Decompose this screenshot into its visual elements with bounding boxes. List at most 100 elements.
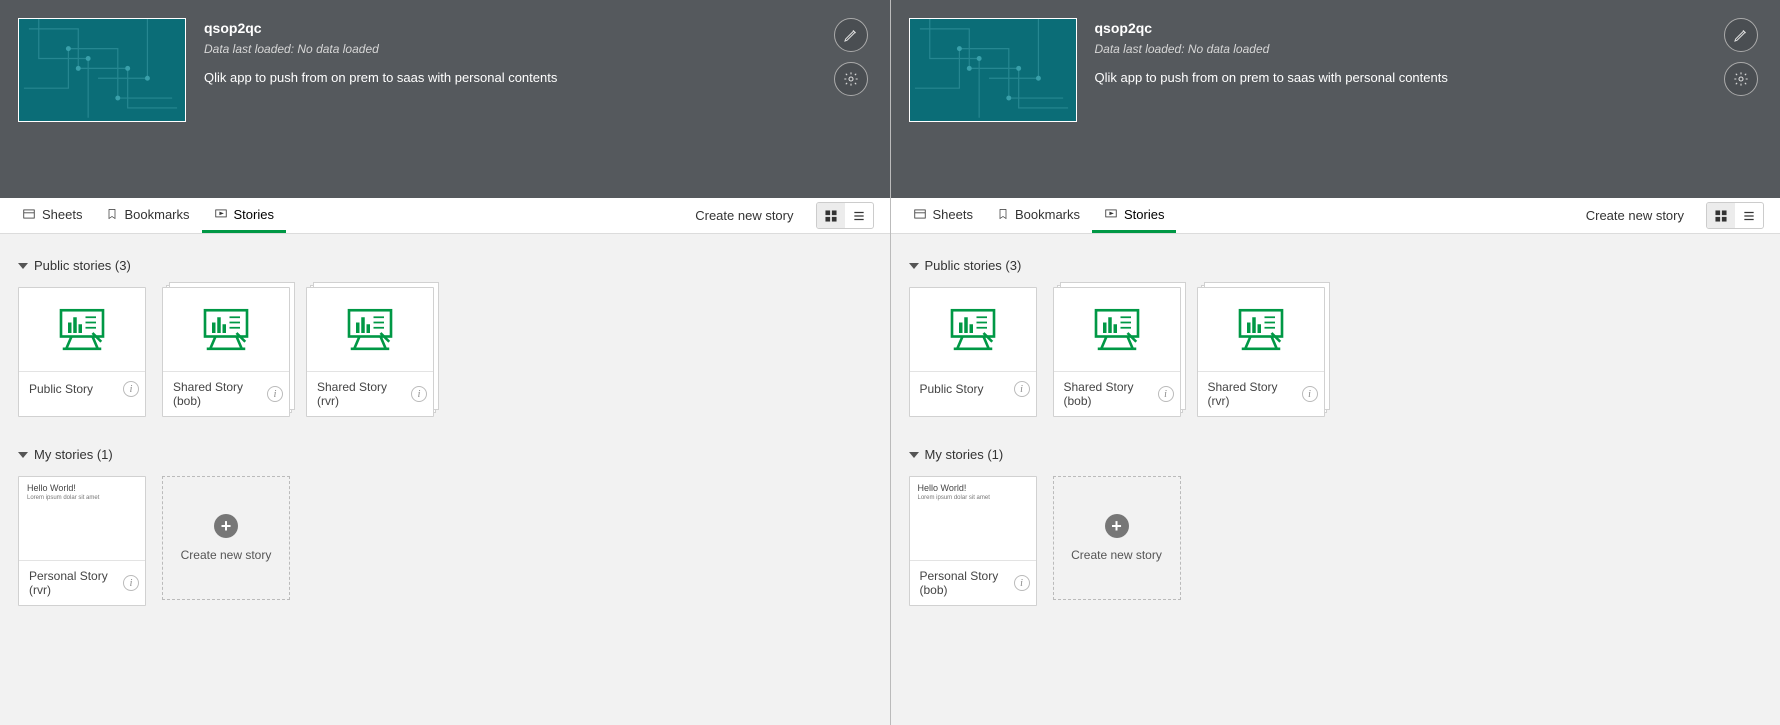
story-card[interactable]: Public Story i [18,287,146,417]
story-thumb: Hello World! Lorem ipsum dolar sit amet [19,477,145,561]
story-card[interactable]: Shared Story (bob)i [1053,287,1181,417]
section-public-header[interactable]: Public stories (3) [18,258,872,273]
app-header: qsop2qc Data last loaded: No data loaded… [891,0,1780,198]
story-chart-icon [945,305,1001,354]
tab-bar: Sheets Bookmarks Stories Create new stor… [0,198,890,234]
story-thumb-title: Hello World! [918,483,990,493]
story-chart-icon [1089,305,1145,354]
app-header: qsop2qc Data last loaded: No data loaded… [0,0,890,198]
story-title: Public Story [920,382,984,396]
section-mine-header[interactable]: My stories (1) [18,447,872,462]
story-chart-icon [54,305,110,354]
info-icon[interactable]: i [267,386,283,402]
chevron-down-icon [909,452,919,458]
view-toggle [816,202,874,229]
plus-icon: + [214,514,238,538]
story-thumb-text: Lorem ipsum dolar sit amet [918,495,990,502]
section-public-label: Public stories (3) [925,258,1022,273]
list-view-button[interactable] [845,203,873,229]
story-title: Shared Story (bob) [173,380,263,408]
chevron-down-icon [18,452,28,458]
chevron-down-icon [18,263,28,269]
story-thumb: Hello World! Lorem ipsum dolar sit amet [910,477,1036,561]
story-icon [214,207,228,221]
tab-stories[interactable]: Stories [1092,198,1176,233]
create-story-card[interactable]: + Create new story [1053,476,1181,600]
grid-view-button[interactable] [1707,203,1735,229]
info-icon[interactable]: i [1302,386,1318,402]
info-icon[interactable]: i [123,381,139,397]
gear-icon [843,71,859,87]
edit-button[interactable] [834,18,868,52]
list-view-button[interactable] [1735,203,1763,229]
story-thumb [910,288,1036,372]
story-title: Personal Story (rvr) [29,569,119,597]
story-card[interactable]: Public Story i [909,287,1037,417]
tab-bookmarks-label: Bookmarks [1015,207,1080,222]
section-mine-header[interactable]: My stories (1) [909,447,1763,462]
story-card[interactable]: Shared Story (bob)i [162,287,290,417]
my-stories-grid: Hello World! Lorem ipsum dolar sit amet … [18,476,872,606]
info-icon[interactable]: i [411,386,427,402]
tab-sheets[interactable]: Sheets [10,198,94,233]
tab-bar: Sheets Bookmarks Stories Create new stor… [891,198,1780,234]
tab-bookmarks[interactable]: Bookmarks [985,198,1092,233]
pencil-icon [1733,27,1749,43]
public-stories-grid: Public Storyi Shared Story (bob)i Shared… [909,287,1763,417]
app-description: Qlik app to push from on prem to saas wi… [1095,70,1757,85]
info-icon[interactable]: i [1014,575,1030,591]
story-chart-icon [342,305,398,354]
settings-button[interactable] [1724,62,1758,96]
tab-stories[interactable]: Stories [202,198,286,233]
sheet-icon [913,207,927,221]
create-story-card[interactable]: + Create new story [162,476,290,600]
story-thumb [1054,288,1180,372]
thumbnail-pattern-icon [910,19,1076,122]
story-thumb [19,288,145,372]
app-thumbnail [18,18,186,122]
tab-bookmarks[interactable]: Bookmarks [94,198,201,233]
story-icon [1104,207,1118,221]
app-title: qsop2qc [204,20,866,36]
section-public-label: Public stories (3) [34,258,131,273]
section-mine-label: My stories (1) [925,447,1004,462]
story-title: Public Story [29,382,93,396]
bookmark-icon [997,207,1009,221]
story-title: Shared Story (bob) [1064,380,1154,408]
list-icon [1742,209,1756,223]
info-icon[interactable]: i [1014,381,1030,397]
story-title: Personal Story (bob) [920,569,1010,597]
tab-bookmarks-label: Bookmarks [124,207,189,222]
create-story-link[interactable]: Create new story [1570,198,1700,233]
grid-icon [824,209,838,223]
settings-button[interactable] [834,62,868,96]
gear-icon [1733,71,1749,87]
grid-icon [1714,209,1728,223]
chevron-down-icon [909,263,919,269]
section-public-header[interactable]: Public stories (3) [909,258,1763,273]
content-area: Public stories (3) Public Story i Shared … [891,234,1780,725]
tab-stories-label: Stories [1124,207,1164,222]
plus-icon: + [1105,514,1129,538]
tab-sheets[interactable]: Sheets [901,198,985,233]
story-thumb-text: Lorem ipsum dolar sit amet [27,495,99,502]
story-title: Shared Story (rvr) [1208,380,1298,408]
story-card[interactable]: Shared Story (rvr)i [306,287,434,417]
story-thumb [1198,288,1324,372]
grid-view-button[interactable] [817,203,845,229]
info-icon[interactable]: i [1158,386,1174,402]
section-mine-label: My stories (1) [34,447,113,462]
content-area: Public stories (3) Public Story i Shared … [0,234,890,725]
app-title: qsop2qc [1095,20,1757,36]
story-title: Shared Story (rvr) [317,380,407,408]
story-card[interactable]: Hello World! Lorem ipsum dolar sit amet … [18,476,146,606]
story-thumb-title: Hello World! [27,483,99,493]
story-card[interactable]: Hello World! Lorem ipsum dolar sit amet … [909,476,1037,606]
story-card[interactable]: Shared Story (rvr)i [1197,287,1325,417]
tab-sheets-label: Sheets [42,207,82,222]
create-story-link[interactable]: Create new story [679,198,809,233]
my-stories-grid: Hello World! Lorem ipsum dolar sit amet … [909,476,1763,606]
story-thumb [307,288,433,372]
info-icon[interactable]: i [123,575,139,591]
edit-button[interactable] [1724,18,1758,52]
